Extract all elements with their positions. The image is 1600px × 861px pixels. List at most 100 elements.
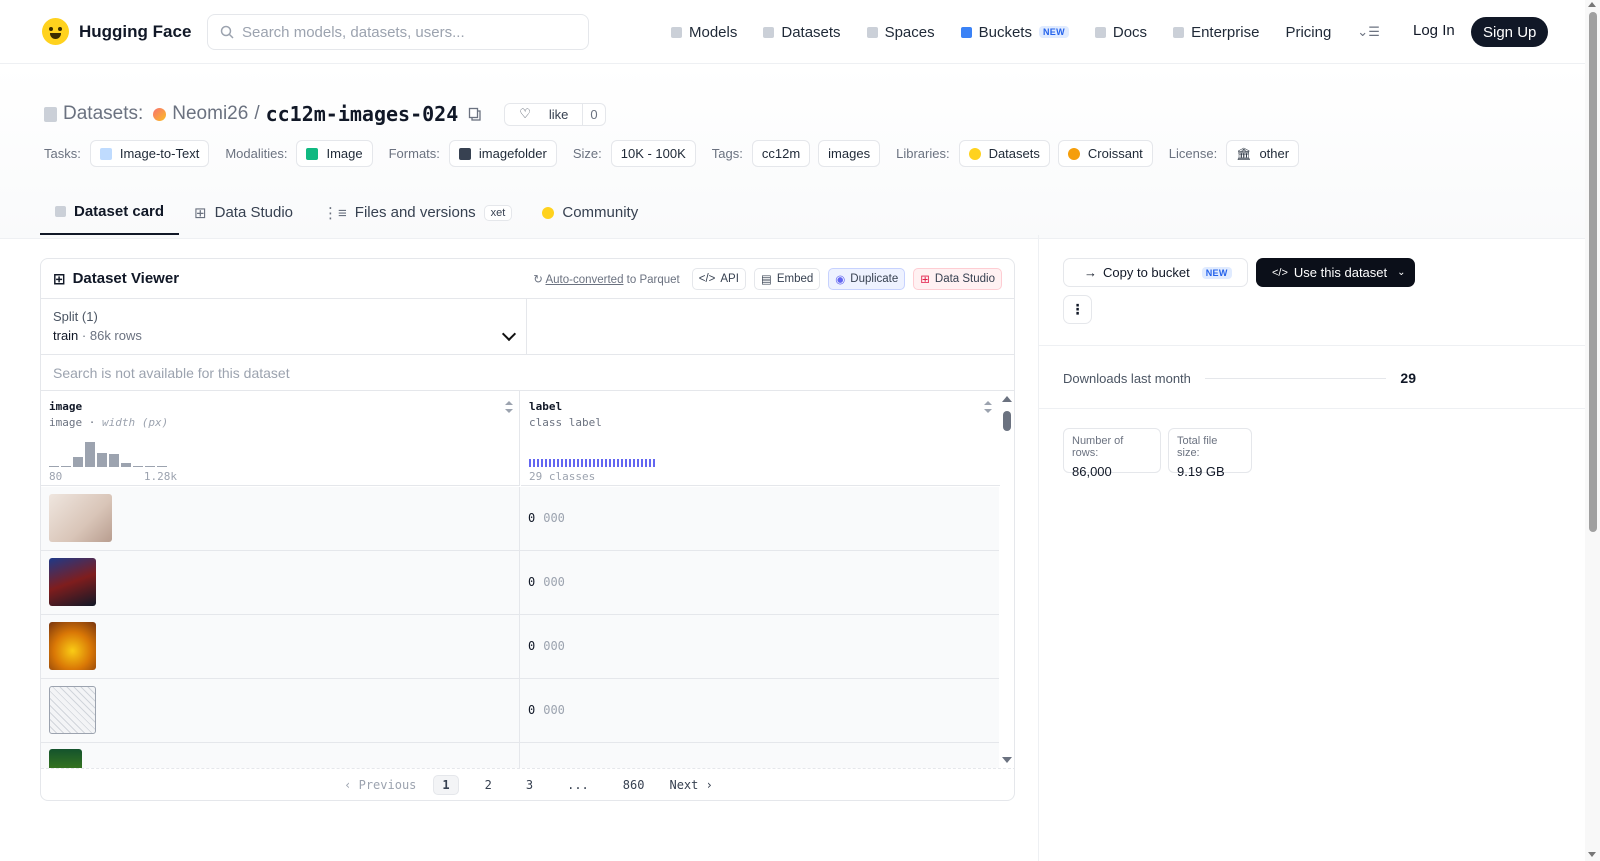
nav-buckets[interactable]: Buckets NEW xyxy=(960,24,1069,41)
page-scroll-down-icon[interactable] xyxy=(1588,852,1596,857)
page-2[interactable]: 2 xyxy=(477,776,500,794)
tag-modality[interactable]: Image xyxy=(296,140,373,167)
scroll-down-icon[interactable] xyxy=(1002,757,1012,763)
column-name: image xyxy=(49,400,83,413)
copy-to-bucket-button[interactable]: → Copy to bucket NEW xyxy=(1063,258,1248,287)
tab-dataset-card[interactable]: Dataset card xyxy=(40,190,180,235)
nav-pricing[interactable]: Pricing xyxy=(1285,24,1331,41)
enterprise-icon xyxy=(1173,26,1185,38)
size-stat: Total file size: 9.19 GB xyxy=(1168,428,1252,479)
buckets-icon xyxy=(960,26,972,38)
tag-license-label: other xyxy=(1259,146,1290,161)
page-3[interactable]: 3 xyxy=(518,776,541,794)
viewer-header: ⊞ Dataset Viewer ↻ Auto-converted to Parq… xyxy=(41,259,1014,299)
like-count: 0 xyxy=(582,103,604,125)
owner-avatar xyxy=(153,107,167,121)
like-label: like xyxy=(548,106,569,122)
scroll-up-icon[interactable] xyxy=(1002,396,1012,402)
next-page-label: Next xyxy=(669,778,699,792)
tag-cc12m[interactable]: cc12m xyxy=(751,140,811,167)
column-header-label[interactable]: label class label 29 classes xyxy=(521,391,1000,486)
tab-files-label: Files and versions xyxy=(354,204,476,221)
tag-size[interactable]: 10K - 100K xyxy=(610,140,696,167)
image-thumbnail[interactable] xyxy=(49,749,82,768)
image-thumbnail[interactable] xyxy=(49,494,112,542)
duplicate-label: Duplicate xyxy=(850,272,899,285)
menu-icon: ⌄☰ xyxy=(1357,24,1380,39)
brand-logo[interactable]: Hugging Face xyxy=(42,18,191,45)
rows-value: 86,000 xyxy=(1072,464,1112,479)
table-row[interactable]: 0 000 xyxy=(41,679,999,743)
viewer-actions: ↻ Auto-converted to Parquet </> API ▤ Embe… xyxy=(533,267,1002,290)
repo-name[interactable]: cc12m-images-024 xyxy=(266,102,459,126)
table-row[interactable] xyxy=(41,743,999,768)
tag-task-label: Image-to-Text xyxy=(119,146,200,161)
table-row[interactable]: 0 000 xyxy=(41,551,999,615)
table-scroll-thumb[interactable] xyxy=(1003,411,1011,431)
tab-data-studio[interactable]: ⊞ Data Studio xyxy=(179,190,308,235)
image-thumbnail[interactable] xyxy=(49,686,96,734)
nav-spaces[interactable]: Spaces xyxy=(866,24,935,41)
login-link[interactable]: Log In xyxy=(1413,22,1455,39)
owner-link[interactable]: Neomi26 xyxy=(172,103,248,125)
table-row[interactable]: 0 000 xyxy=(41,487,999,551)
class-count: 29 classes xyxy=(529,470,596,483)
nav-datasets[interactable]: Datasets xyxy=(763,24,841,41)
signup-button[interactable]: Sign Up xyxy=(1471,17,1549,47)
page-last[interactable]: 860 xyxy=(615,776,653,794)
auto-converted-note[interactable]: ↻ Auto-converted to Parquet xyxy=(533,272,679,286)
split-name: train xyxy=(53,328,79,343)
page-1[interactable]: 1 xyxy=(433,775,459,795)
table-scrollbar[interactable] xyxy=(1000,391,1014,768)
nav-enterprise-label: Enterprise xyxy=(1191,23,1260,41)
label-name: 000 xyxy=(543,639,565,653)
nav-models[interactable]: Models xyxy=(671,24,737,41)
tag-license[interactable]: 🏛 other xyxy=(1226,140,1300,167)
downloads-value: 29 xyxy=(1400,370,1416,386)
sidebar-divider xyxy=(1038,235,1039,861)
table-row[interactable]: 0 000 xyxy=(41,615,999,679)
like-button[interactable]: ♡ like 0 xyxy=(504,102,606,126)
column-header-image[interactable]: image image · width (px) 80 1.28k xyxy=(41,391,520,486)
image-thumbnail[interactable] xyxy=(49,558,96,606)
data-studio-icon: ⊞ xyxy=(920,273,930,286)
split-selector[interactable]: Split (1) train · 86k rows xyxy=(41,299,527,354)
search-box[interactable] xyxy=(207,14,589,50)
tag-lib-croissant[interactable]: Croissant xyxy=(1057,140,1153,167)
label-cell: 0 000 xyxy=(528,639,565,653)
nav-docs-label: Docs xyxy=(1112,23,1148,41)
histogram-range: 80 1.28k xyxy=(49,470,177,483)
data-studio-button[interactable]: ⊞ Data Studio xyxy=(913,267,1002,290)
tab-files[interactable]: ⋮≡ Files and versions xet xyxy=(308,190,527,235)
api-button[interactable]: </> API xyxy=(691,267,746,290)
page-scroll-up-icon[interactable] xyxy=(1588,2,1596,7)
next-page[interactable]: Next › xyxy=(669,778,712,792)
search-input[interactable] xyxy=(242,23,562,41)
nav-more-menu[interactable]: ⌄☰ xyxy=(1357,24,1380,40)
nav-docs[interactable]: Docs xyxy=(1094,23,1148,41)
tag-task[interactable]: Image-to-Text xyxy=(89,140,210,167)
prev-page[interactable]: ‹ Previous xyxy=(344,778,416,792)
more-options-button[interactable]: ⋮ xyxy=(1063,295,1092,324)
sort-icon[interactable] xyxy=(984,401,992,413)
embed-icon: ▤ xyxy=(760,273,772,286)
tag-images[interactable]: images xyxy=(818,140,881,167)
use-dataset-button[interactable]: </> Use this dataset ⌄ xyxy=(1256,258,1415,287)
page-scroll-thumb[interactable] xyxy=(1589,12,1597,532)
split-selector-row: Split (1) train · 86k rows xyxy=(41,299,1014,355)
embed-button[interactable]: ▤ Embed xyxy=(753,267,821,290)
libraries-label: Libraries: xyxy=(896,146,950,161)
sort-icon[interactable] xyxy=(505,401,513,413)
tag-format[interactable]: imagefolder xyxy=(448,140,557,167)
tab-community[interactable]: Community xyxy=(527,190,653,235)
page-scrollbar[interactable] xyxy=(1585,0,1600,861)
search-icon xyxy=(220,25,234,39)
copy-icon[interactable] xyxy=(468,107,482,121)
tag-lib-datasets[interactable]: Datasets xyxy=(958,140,1050,167)
auto-converted-link[interactable]: Auto-converted xyxy=(545,274,623,286)
size-stat-label: Total file size: xyxy=(1177,435,1218,459)
search-unavailable: Search is not available for this dataset xyxy=(41,355,1014,391)
image-thumbnail[interactable] xyxy=(49,622,96,670)
duplicate-button[interactable]: ◉ Duplicate xyxy=(828,267,906,290)
nav-enterprise[interactable]: Enterprise xyxy=(1173,24,1259,41)
